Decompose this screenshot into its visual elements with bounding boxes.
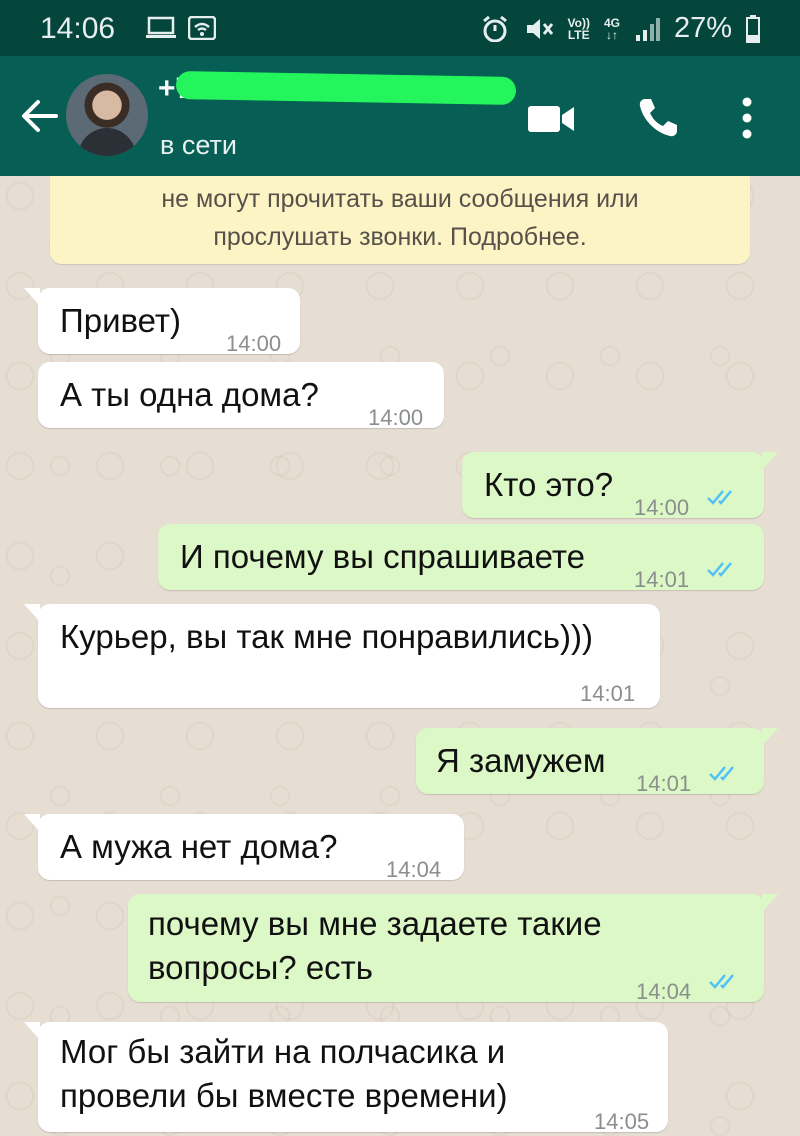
redaction-marker: [175, 71, 517, 105]
message-time: 14:00: [226, 331, 282, 356]
message-text: Привет): [60, 302, 182, 339]
message-time: 14:05: [594, 1109, 650, 1134]
message-time: 14:01: [580, 681, 636, 706]
message-text: Я замужем: [436, 742, 606, 779]
message-outgoing[interactable]: почему вы мне задаете такие вопросы? ест…: [128, 894, 778, 1004]
data-arrows-icon: ↓↑: [605, 27, 618, 42]
message-text-line: провели бы вместе времени): [60, 1077, 508, 1114]
message-time: 14:01: [634, 567, 690, 592]
status-time: 14:06: [40, 12, 116, 45]
double-check-icon: [707, 490, 732, 505]
double-check-icon: [709, 766, 734, 781]
status-bar: 14:06 Vo)) LTE 4G ↓↑ 27%: [0, 0, 800, 56]
voice-call-icon[interactable]: [636, 96, 680, 140]
wifi-hotspot-icon: [188, 16, 216, 40]
message-incoming[interactable]: Привет) 14:00: [24, 288, 300, 356]
message-incoming[interactable]: А мужа нет дома? 14:04: [24, 814, 464, 882]
message-outgoing[interactable]: И почему вы спрашиваете 14:01: [158, 524, 764, 592]
banner-line-2: прослушать звонки. Подробнее.: [213, 223, 587, 251]
battery-icon: [746, 14, 760, 43]
mute-icon: [526, 18, 553, 39]
chat-area[interactable]: не могут прочитать ваши сообщения или пр…: [0, 176, 800, 1136]
back-arrow-icon[interactable]: [18, 96, 62, 136]
double-check-icon: [707, 562, 732, 577]
message-text-line: почему вы мне задаете такие: [148, 905, 602, 942]
status-right: Vo)) LTE 4G ↓↑ 27%: [480, 12, 760, 45]
message-text: Кто это?: [484, 466, 614, 503]
message-outgoing[interactable]: Я замужем 14:01: [416, 728, 778, 796]
contact-status: в сети: [160, 130, 237, 160]
contact-avatar[interactable]: [66, 74, 148, 156]
video-call-icon[interactable]: [528, 104, 576, 134]
battery-percent: 27%: [673, 12, 732, 44]
encryption-banner[interactable]: не могут прочитать ваши сообщения или пр…: [50, 176, 750, 264]
message-time: 14:04: [386, 857, 442, 882]
message-incoming[interactable]: А ты одна дома? 14:00: [38, 362, 444, 430]
message-time: 14:00: [368, 405, 424, 430]
message-time: 14:04: [636, 979, 692, 1004]
message-text-line: вопросы? есть: [148, 949, 373, 986]
message-text: А ты одна дома?: [60, 376, 319, 413]
alarm-icon: [482, 15, 507, 42]
message-incoming[interactable]: Мог бы зайти на полчасика и провели бы в…: [24, 1022, 668, 1134]
message-time: 14:01: [636, 771, 692, 796]
message-text: А мужа нет дома?: [60, 828, 338, 865]
chat-header: +7 в сети: [0, 56, 800, 176]
network-type: 4G ↓↑: [603, 15, 620, 42]
message-text-line: Мог бы зайти на полчасика и: [60, 1033, 506, 1070]
laptop-icon: [146, 16, 176, 38]
signal-icon: [635, 17, 660, 41]
double-check-icon: [709, 974, 734, 989]
message-text: Курьер, вы так мне понравились))): [60, 618, 593, 655]
message-text: И почему вы спрашиваете: [180, 538, 585, 575]
more-options-icon[interactable]: [740, 96, 754, 140]
message-outgoing[interactable]: Кто это? 14:00: [462, 452, 778, 520]
volte-indicator: Vo)) LTE: [567, 15, 590, 42]
banner-line-1: не могут прочитать ваши сообщения или: [161, 185, 639, 213]
message-incoming[interactable]: Курьер, вы так мне понравились))) 14:01: [24, 604, 660, 708]
